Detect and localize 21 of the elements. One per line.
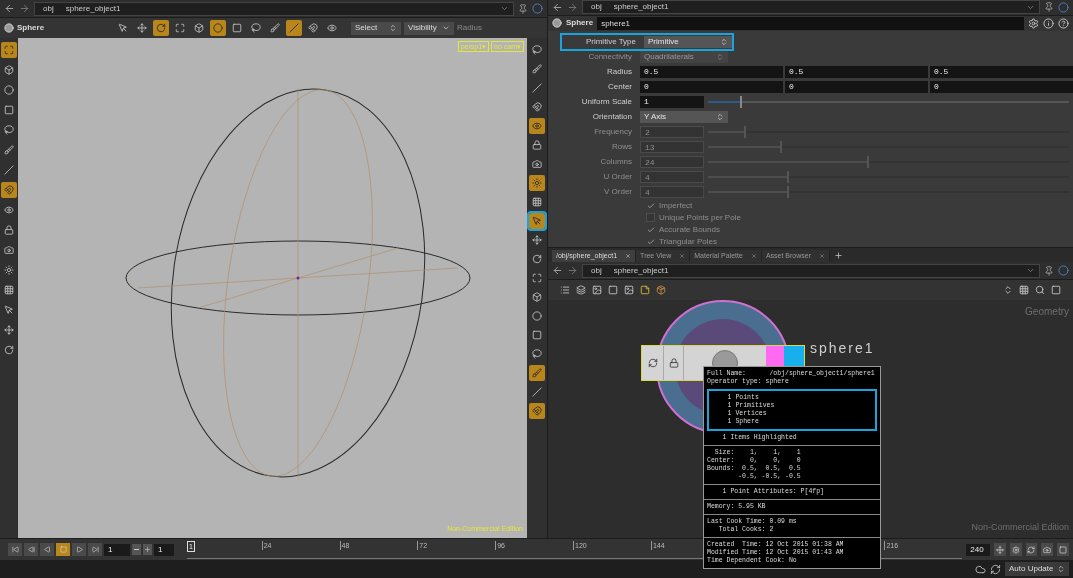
parameter-label: Primitive Type bbox=[584, 36, 637, 48]
parameter-label: V Order bbox=[603, 186, 633, 198]
edition-watermark: Non-Commercial Edition bbox=[971, 520, 1069, 534]
parameter-label: Rows bbox=[611, 141, 633, 153]
context-label: Geometry bbox=[1025, 305, 1069, 319]
parameter-label: Center bbox=[607, 81, 633, 93]
parameter-label: Connectivity bbox=[587, 51, 633, 63]
tool-title: Sphere bbox=[17, 22, 46, 34]
radius-label: Radius bbox=[457, 22, 482, 34]
parameter-label: Columns bbox=[599, 156, 633, 168]
parameter-label: Frequency bbox=[593, 126, 633, 138]
checkbox-label: Unique Points per Pole bbox=[659, 211, 741, 224]
parameter-label: Uniform Scale bbox=[580, 96, 633, 108]
checkbox-label: Triangular Poles bbox=[659, 235, 717, 248]
node-type-label: Sphere bbox=[566, 17, 594, 30]
parameter-label: Orientation bbox=[591, 111, 633, 123]
parameter-label: U Order bbox=[602, 171, 633, 183]
node-name: sphere1 bbox=[810, 339, 875, 358]
checkbox-label: Accurate Bounds bbox=[659, 223, 720, 236]
checkbox-label: Imperfect bbox=[659, 199, 693, 212]
parameter-label: Radius bbox=[606, 66, 633, 78]
